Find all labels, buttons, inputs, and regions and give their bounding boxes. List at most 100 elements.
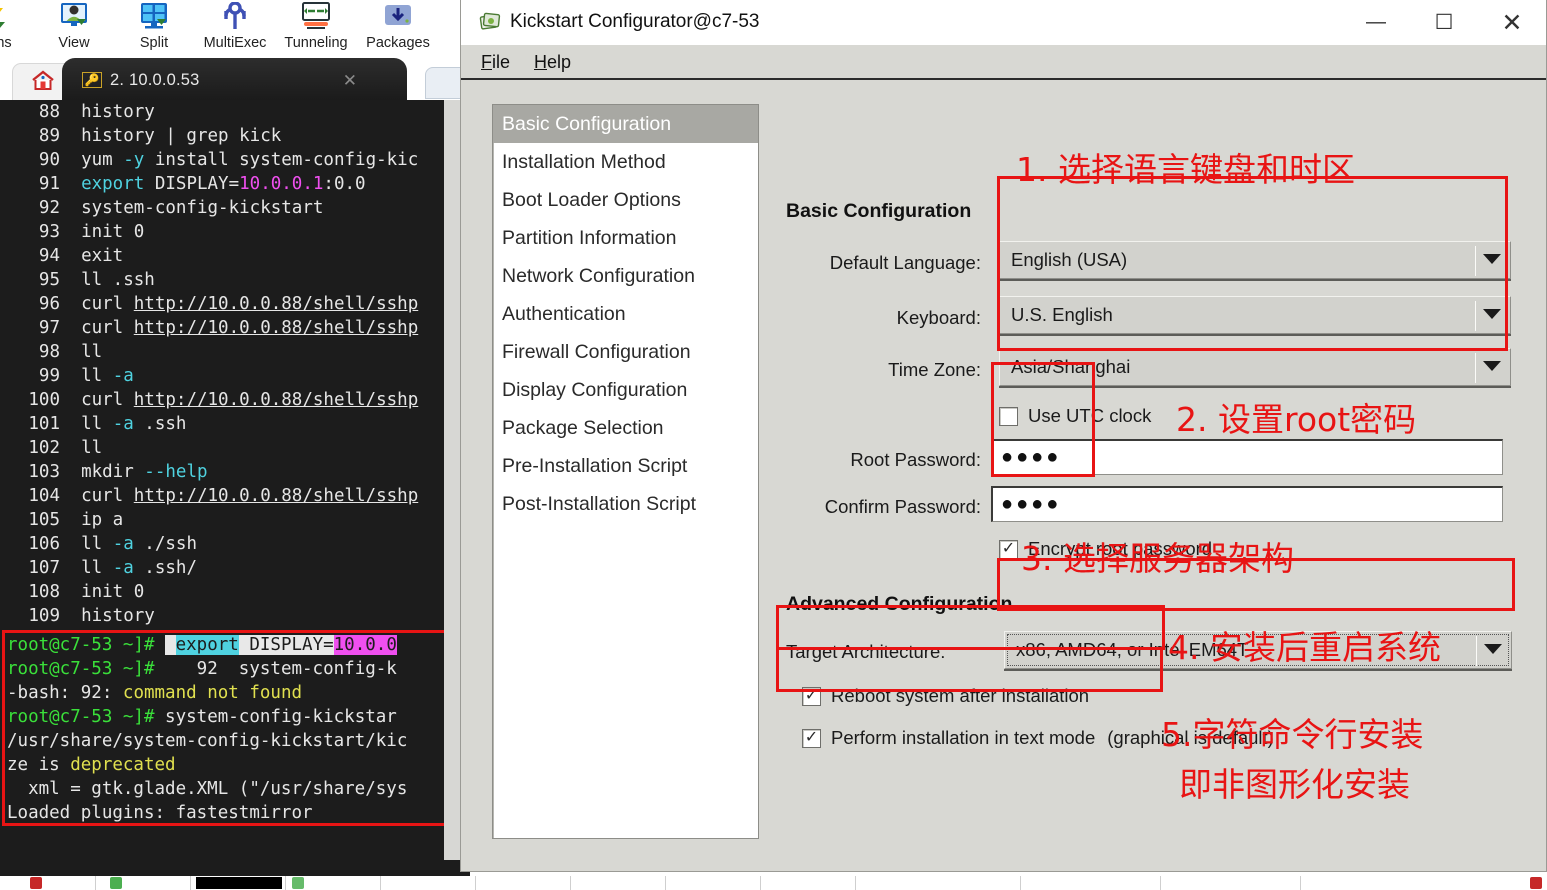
terminal-history-lines: 88 history 89 history | grep kick 90 yum -…	[0, 100, 460, 628]
root-password-field[interactable]: ●●●●	[991, 439, 1503, 475]
toolbar-label-sessions: ons	[0, 35, 12, 51]
sidebar-item-label: Network Configuration	[502, 264, 695, 287]
terminal-text-span: http://10.0.0.88/shell/sshp	[133, 318, 419, 338]
terminal-history-line: 94 exit	[0, 244, 460, 268]
toolbar-button-multiexec[interactable]: MultiExec	[197, 0, 273, 58]
terminal-line-number: 97	[38, 318, 60, 338]
time-zone-dropdown[interactable]: Asia/Shanghai	[999, 348, 1511, 386]
terminal-line-number: 108	[28, 582, 60, 602]
terminal-line-number: 90	[38, 150, 60, 170]
terminal-text-span	[165, 635, 176, 655]
terminal-text-span: -a	[112, 366, 134, 386]
terminal-line-number: 101	[28, 414, 60, 434]
terminal-output-area[interactable]: 88 history 89 history | grep kick 90 yum -…	[0, 100, 460, 860]
key-icon: 🔑	[82, 72, 102, 88]
split-icon	[116, 1, 192, 33]
menu-file[interactable]: File	[481, 52, 510, 73]
terminal-history-line: 89 history | grep kick	[0, 124, 460, 148]
sidebar-item-partition-information[interactable]: Partition Information	[493, 219, 758, 257]
taskbar-icon-terminal[interactable]	[196, 877, 282, 889]
terminal-line-number: 95	[38, 270, 60, 290]
sidebar-item-label: Basic Configuration	[502, 112, 672, 135]
keyboard-value: U.S. English	[1011, 304, 1113, 325]
terminal-text-span: ll	[81, 414, 113, 434]
keyboard-dropdown[interactable]: U.S. English	[999, 296, 1511, 334]
sidebar-item-label: Partition Information	[502, 226, 677, 249]
sidebar-item-pre-installation-script[interactable]: Pre-Installation Script	[493, 447, 758, 485]
confirm-password-field[interactable]: ●●●●	[991, 486, 1503, 522]
section-list[interactable]: Basic Configuration Installation Method …	[492, 104, 759, 839]
terminal-line-number: 93	[38, 222, 60, 242]
toolbar-button-packages[interactable]: Packages	[360, 0, 436, 58]
minimize-icon[interactable]: —	[1342, 0, 1410, 45]
sidebar-item-display-configuration[interactable]: Display Configuration	[493, 371, 758, 409]
use-utc-clock-checkbox[interactable]	[999, 406, 1018, 426]
windows-taskbar[interactable]	[0, 876, 1547, 890]
window-titlebar[interactable]: Kickstart Configurator@c7-53 — ☐ ✕	[461, 0, 1546, 45]
terminal-text-span: /usr/share/system-config-kickstart/kic	[7, 731, 408, 751]
text-mode-install-checkbox[interactable]: ✓	[802, 728, 821, 748]
toolbar-label-multiexec: MultiExec	[203, 35, 267, 51]
toolbar-button-tunneling[interactable]: Tunneling	[278, 0, 354, 58]
taskbar-icon-browser[interactable]	[30, 877, 42, 889]
terminal-text-span: -a	[112, 534, 134, 554]
terminal-text-span: -a	[112, 558, 134, 578]
terminal-text-span: ll	[81, 438, 103, 458]
reboot-after-install-row[interactable]: ✓ Reboot system after installation	[802, 685, 1089, 707]
terminal-history-line: 100 curl http://10.0.0.88/shell/sshp	[0, 388, 460, 412]
sidebar-item-label: Package Selection	[502, 416, 664, 439]
maximize-icon[interactable]: ☐	[1410, 0, 1478, 45]
default-language-dropdown[interactable]: English (USA)	[999, 241, 1511, 279]
terminal-output-line: ze is deprecated	[5, 753, 455, 777]
taskbar-icon-end[interactable]	[1530, 877, 1542, 889]
sidebar-item-basic-configuration[interactable]: Basic Configuration	[493, 105, 758, 143]
use-utc-clock-row[interactable]: Use UTC clock	[999, 405, 1151, 427]
sidebar-item-package-selection[interactable]: Package Selection	[493, 409, 758, 447]
terminal-history-line: 98 ll	[0, 340, 460, 364]
terminal-text-span: ze is	[7, 755, 71, 775]
sidebar-item-authentication[interactable]: Authentication	[493, 295, 758, 333]
terminal-text-span: deprecated	[70, 755, 176, 775]
sidebar-item-post-installation-script[interactable]: Post-Installation Script	[493, 485, 758, 523]
encrypt-root-password-checkbox[interactable]: ✓	[999, 539, 1018, 559]
annotation-1: 1. 选择语言键盘和时区	[1016, 150, 1355, 189]
chevron-down-icon	[1483, 361, 1501, 371]
terminal-text-span: history	[81, 606, 155, 626]
terminal-output-line: /usr/share/system-config-kickstart/kic	[5, 729, 455, 753]
close-icon[interactable]: ✕	[343, 71, 357, 91]
terminal-text-span: export	[81, 174, 145, 194]
terminal-output-line: Loaded plugins: fastestmirror	[5, 801, 455, 823]
tab-session-10-0-0-53[interactable]: 🔑 2. 10.0.0.53 ✕	[62, 58, 407, 102]
menu-help[interactable]: Help	[534, 52, 571, 73]
terminal-text-span: -a	[112, 414, 134, 434]
close-icon[interactable]: ✕	[1478, 0, 1546, 45]
terminal-line-number: 105	[28, 510, 60, 530]
terminal-text-span: 92 system-config-k	[165, 659, 397, 679]
terminal-history-line: 108 init 0	[0, 580, 460, 604]
annotation-5-line1: 5.字符命令行安装	[1161, 715, 1424, 754]
toolbar-label-packages: Packages	[366, 35, 430, 51]
sidebar-item-firewall-configuration[interactable]: Firewall Configuration	[493, 333, 758, 371]
sidebar-item-network-configuration[interactable]: Network Configuration	[493, 257, 758, 295]
terminal-text-span: ll	[81, 342, 103, 362]
terminal-text-span: root@c7-53 ~]#	[7, 635, 166, 655]
toolbar-button-sessions[interactable]: ons	[0, 0, 38, 58]
taskbar-icon-notes[interactable]	[292, 877, 304, 889]
terminal-line-number: 106	[28, 534, 60, 554]
text-mode-install-label: Perform installation in text mode	[831, 727, 1096, 748]
terminal-text-span: http://10.0.0.88/shell/sshp	[133, 294, 419, 314]
sidebar-item-boot-loader-options[interactable]: Boot Loader Options	[493, 181, 758, 219]
time-zone-value: Asia/Shanghai	[1011, 356, 1131, 377]
terminal-scrollbar[interactable]	[444, 100, 460, 860]
terminal-text-span: curl	[81, 318, 134, 338]
reboot-after-install-checkbox[interactable]: ✓	[802, 686, 821, 706]
toolbar-button-split[interactable]: Split	[116, 0, 192, 58]
terminal-text-span: install system-config-kic	[144, 150, 419, 170]
terminal-text-span: history | grep kick	[81, 126, 282, 146]
tab-label: 2. 10.0.0.53	[110, 70, 200, 89]
toolbar-button-view[interactable]: View	[36, 0, 112, 58]
taskbar-icon-app-green[interactable]	[110, 877, 122, 889]
sidebar-item-installation-method[interactable]: Installation Method	[493, 143, 758, 181]
root-password-value: ●●●●	[1001, 446, 1062, 468]
terminal-text-span: yum	[81, 150, 124, 170]
